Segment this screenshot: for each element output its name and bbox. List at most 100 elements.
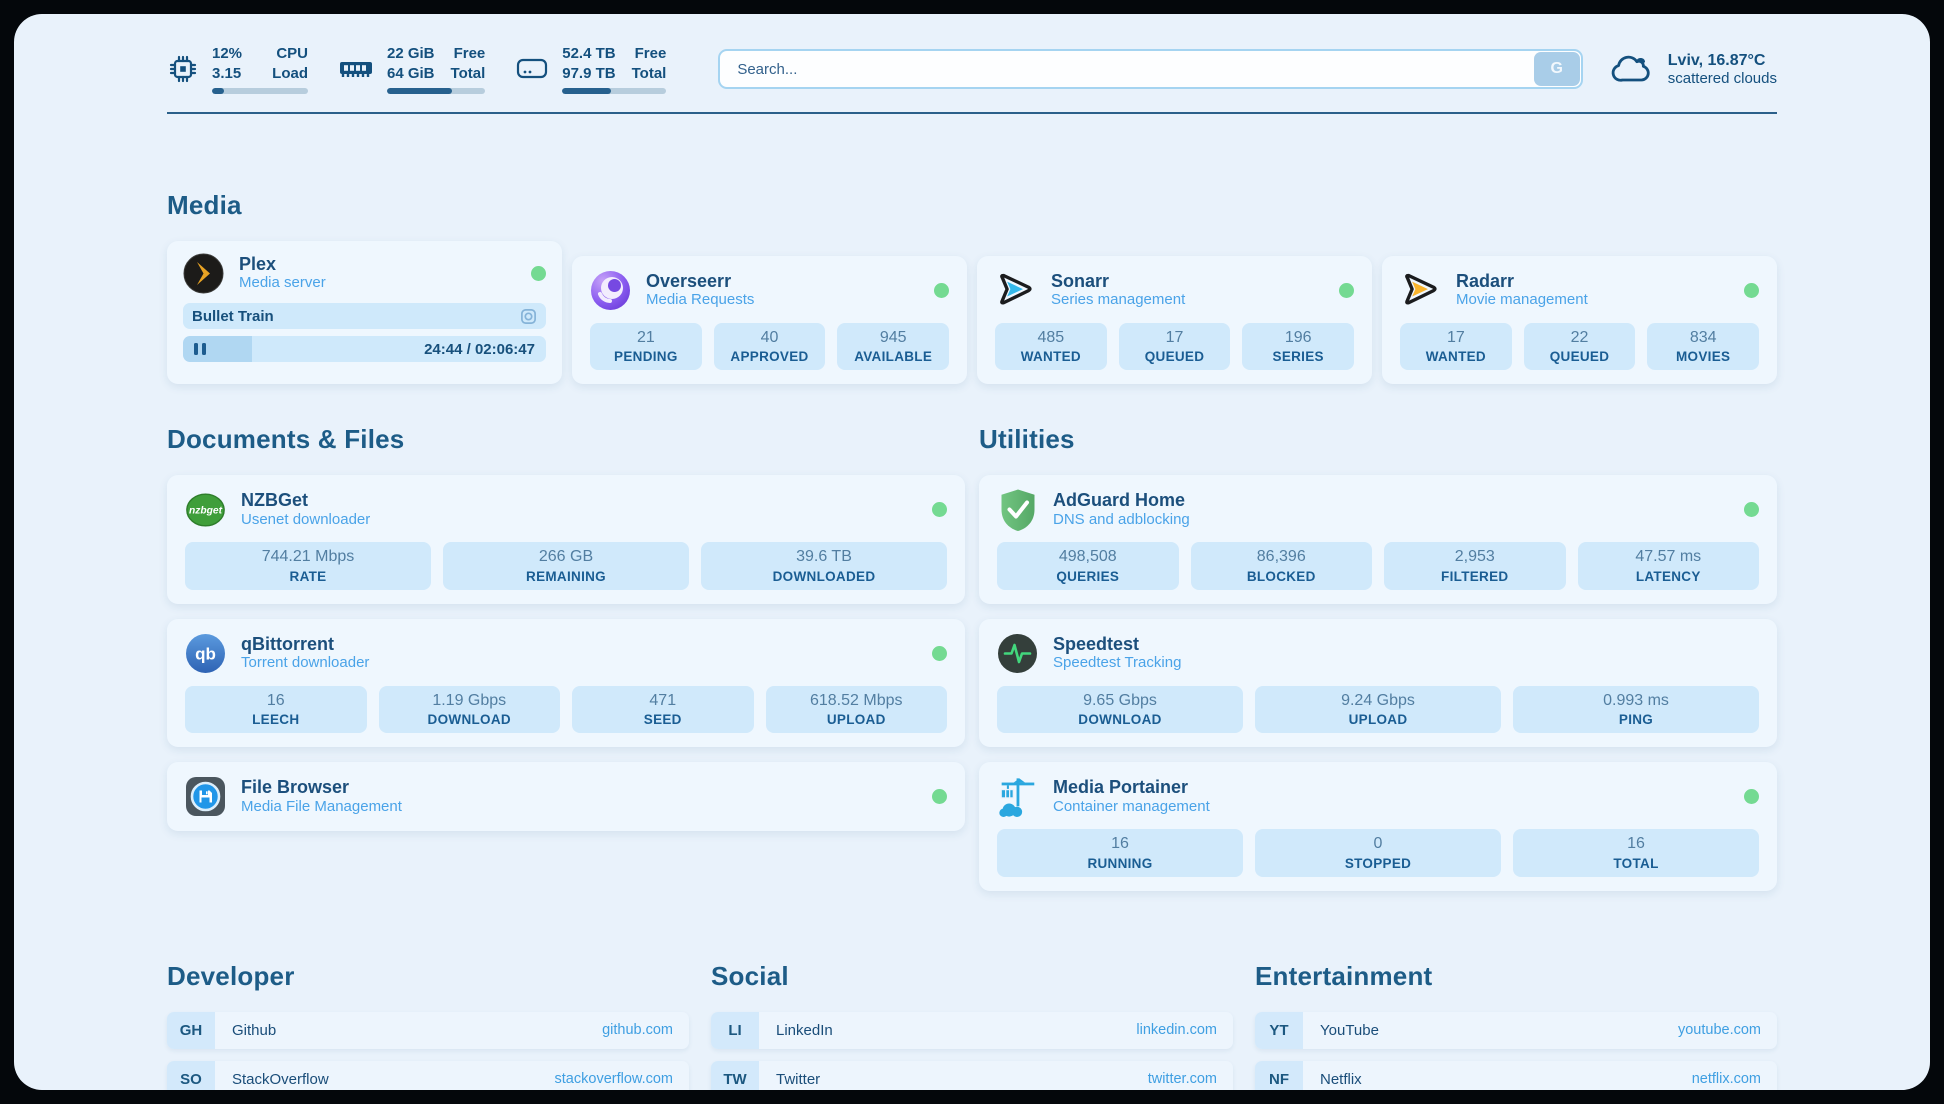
ram-total-value: 64 GiB [387, 64, 435, 84]
cpu-icon [167, 53, 199, 85]
search-provider-button[interactable]: G [1534, 52, 1580, 86]
app-card-portainer[interactable]: Media Portainer Container management 16 … [979, 762, 1777, 890]
app-card-qbittorrent[interactable]: qb qBittorrent Torrent downloader 16 LEE… [167, 619, 965, 747]
link-netflix[interactable]: NF Netflix netflix.com [1255, 1061, 1777, 1090]
link-url[interactable]: stackoverflow.com [555, 1071, 673, 1087]
app-title: Sonarr [1051, 271, 1185, 292]
link-badge: GH [167, 1012, 215, 1049]
app-card-filebrowser[interactable]: File Browser Media File Management [167, 762, 965, 831]
nzbget-icon: nzbget [185, 489, 226, 530]
session-icon [520, 308, 537, 325]
section-title-documents: Documents & Files [167, 424, 965, 455]
link-badge: YT [1255, 1012, 1303, 1049]
stat-running: 16 RUNNING [997, 829, 1243, 876]
link-linkedin[interactable]: LI LinkedIn linkedin.com [711, 1012, 1233, 1049]
playback-time: 24:44 / 02:06:47 [424, 341, 535, 358]
stat-available: 945 AVAILABLE [837, 323, 949, 370]
app-card-overseerr[interactable]: Overseerr Media Requests 21 PENDING 40 A… [572, 256, 967, 384]
app-card-nzbget[interactable]: nzbget NZBGet Usenet downloader 744.21 M… [167, 475, 965, 603]
app-title: Radarr [1456, 271, 1588, 292]
media-card-row: Plex Media server Bullet Train [167, 241, 1777, 384]
link-youtube[interactable]: YT YouTube youtube.com [1255, 1012, 1777, 1049]
developer-links-column: Developer GH Github github.com SO StackO… [167, 961, 689, 1090]
link-name: StackOverflow [232, 1071, 329, 1088]
top-bar: 12% 3.15 CPU Load [167, 44, 1777, 94]
status-dot [934, 283, 949, 298]
status-dot [932, 789, 947, 804]
stat-ping: 0.993 ms PING [1513, 686, 1759, 733]
link-badge: TW [711, 1061, 759, 1090]
stat-queued: 22 QUEUED [1524, 323, 1636, 370]
social-links-column: Social LI LinkedIn linkedin.com TW Twitt… [711, 961, 1233, 1090]
memory-widget: 22 GiB 64 GiB Free Total [338, 44, 485, 94]
app-subtitle: Media File Management [241, 798, 402, 817]
stat-seed: 471 SEED [572, 686, 754, 733]
link-name: Github [232, 1022, 276, 1039]
app-card-adguard[interactable]: AdGuard Home DNS and adblocking 498,508 … [979, 475, 1777, 603]
cloud-icon [1609, 52, 1655, 86]
app-subtitle: Usenet downloader [241, 511, 370, 530]
cpu-load-value: 3.15 [212, 64, 242, 84]
disk-free-label: Free [632, 44, 667, 64]
adguard-icon [997, 489, 1038, 530]
link-url[interactable]: netflix.com [1692, 1071, 1761, 1087]
ram-progressbar [387, 88, 485, 94]
ram-free-value: 22 GiB [387, 44, 435, 64]
status-dot [1744, 502, 1759, 517]
app-card-sonarr[interactable]: Sonarr Series management 485 WANTED 17 Q… [977, 256, 1372, 384]
app-title: NZBGet [241, 490, 370, 511]
svg-text:nzbget: nzbget [189, 506, 223, 517]
ram-free-label: Free [451, 44, 486, 64]
stat-downloaded: 39.6 TB DOWNLOADED [701, 542, 947, 589]
overseerr-icon [590, 270, 631, 311]
app-card-speedtest[interactable]: Speedtest Speedtest Tracking 9.65 Gbps D… [979, 619, 1777, 747]
app-title: File Browser [241, 777, 402, 798]
filebrowser-icon [185, 776, 226, 817]
app-title: qBittorrent [241, 634, 369, 655]
status-dot [932, 646, 947, 661]
app-card-plex[interactable]: Plex Media server Bullet Train [167, 241, 562, 384]
link-url[interactable]: youtube.com [1678, 1022, 1761, 1038]
status-dot [1744, 789, 1759, 804]
pause-icon[interactable] [194, 343, 206, 355]
link-twitter[interactable]: TW Twitter twitter.com [711, 1061, 1233, 1090]
app-card-radarr[interactable]: Radarr Movie management 17 WANTED 22 QUE… [1382, 256, 1777, 384]
section-title-media: Media [167, 190, 1777, 221]
disk-total-value: 97.9 TB [562, 64, 615, 84]
link-github[interactable]: GH Github github.com [167, 1012, 689, 1049]
documents-column: Documents & Files nzbget NZBGet Usenet d [167, 424, 965, 890]
radarr-icon [1400, 270, 1441, 311]
utilities-column: Utilities [979, 424, 1777, 890]
disk-free-value: 52.4 TB [562, 44, 615, 64]
link-stackoverflow[interactable]: SO StackOverflow stackoverflow.com [167, 1061, 689, 1090]
stat-filtered: 2,953 FILTERED [1384, 542, 1566, 589]
status-dot [1744, 283, 1759, 298]
cpu-widget: 12% 3.15 CPU Load [167, 44, 308, 94]
stat-download: 1.19 Gbps DOWNLOAD [379, 686, 561, 733]
stat-upload: 618.52 Mbps UPLOAD [766, 686, 948, 733]
link-url[interactable]: twitter.com [1148, 1071, 1217, 1087]
app-title: Speedtest [1053, 634, 1181, 655]
link-url[interactable]: linkedin.com [1136, 1022, 1217, 1038]
app-subtitle: Torrent downloader [241, 654, 369, 673]
svg-text:qb: qb [195, 644, 216, 663]
app-title: Media Portainer [1053, 777, 1210, 798]
search-input[interactable] [718, 49, 1582, 89]
stat-wanted: 485 WANTED [995, 323, 1107, 370]
link-url[interactable]: github.com [602, 1022, 673, 1038]
status-dot [1339, 283, 1354, 298]
playback-progressbar[interactable]: 24:44 / 02:06:47 [183, 336, 546, 362]
entertainment-links-column: Entertainment YT YouTube youtube.com NF … [1255, 961, 1777, 1090]
now-playing-row: Bullet Train [183, 303, 546, 329]
cpu-load-label: Load [272, 64, 308, 84]
stat-remaining: 266 GB REMAINING [443, 542, 689, 589]
link-name: Netflix [1320, 1071, 1362, 1088]
cpu-percent: 12% [212, 44, 242, 64]
stat-queued: 17 QUEUED [1119, 323, 1231, 370]
app-title: AdGuard Home [1053, 490, 1190, 511]
status-dot [932, 502, 947, 517]
weather-widget: Lviv, 16.87°C scattered clouds [1609, 52, 1777, 87]
cpu-label: CPU [272, 44, 308, 64]
app-subtitle: Speedtest Tracking [1053, 654, 1181, 673]
section-title-utilities: Utilities [979, 424, 1777, 455]
